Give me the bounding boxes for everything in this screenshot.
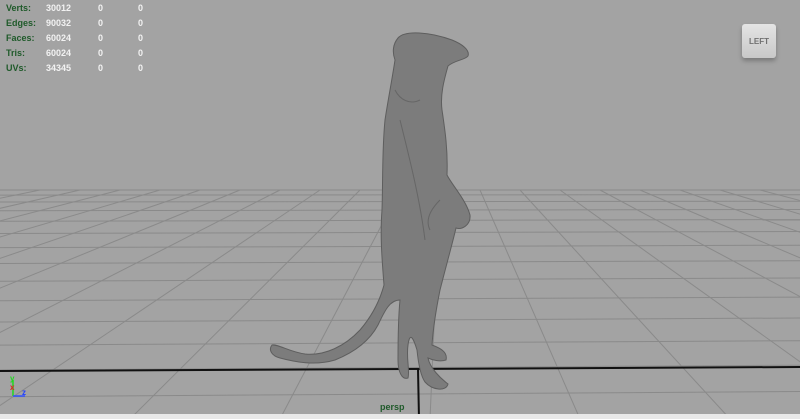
view-cube[interactable]: LEFT [742, 24, 776, 58]
stat-value: 0 [138, 33, 144, 43]
stat-value: 90032 [46, 18, 72, 28]
stat-value: 0 [98, 3, 104, 13]
meerkat-silhouette[interactable] [269, 32, 471, 390]
grid-line [0, 189, 201, 259]
grid-line [0, 189, 241, 289]
axis-y-label: y [10, 374, 15, 383]
stat-row: Faces: 60024 0 0 [6, 31, 168, 46]
stat-value: 0 [138, 63, 144, 73]
grid-line [759, 189, 800, 202]
stat-value: 0 [98, 48, 104, 58]
stat-row: Verts: 30012 0 0 [6, 1, 168, 16]
stat-value: 0 [138, 48, 144, 58]
axis-x-label: x [10, 383, 15, 392]
stat-value: 60024 [46, 48, 72, 58]
stat-label: Verts: [6, 3, 32, 13]
stat-row: Edges: 90032 0 0 [6, 16, 168, 31]
grid-line [0, 391, 800, 398]
grid-line [519, 189, 731, 419]
stat-value: 0 [98, 18, 104, 28]
axis-z-label: z [22, 388, 26, 397]
camera-name: persp [380, 402, 405, 412]
grid-line [129, 189, 361, 419]
stat-label: Edges: [6, 18, 37, 28]
meerkat-mesh[interactable] [269, 32, 471, 390]
grid-line [599, 189, 800, 298]
grid-line [559, 189, 800, 363]
grid-line [0, 189, 321, 407]
stat-value: 0 [138, 3, 144, 13]
stat-value: 60024 [46, 33, 72, 43]
grid-line [479, 189, 581, 419]
poly-count-hud: Verts: 30012 0 0 Edges: 90032 0 0 Faces: 60024 0 0 T… [6, 1, 168, 76]
grid-axis-z [417, 368, 420, 419]
stat-value: 0 [98, 33, 104, 43]
stat-row: Tris: 60024 0 0 [6, 46, 168, 61]
stat-label: Tris: [6, 48, 26, 58]
stat-value: 0 [98, 63, 104, 73]
stat-value: 0 [138, 18, 144, 28]
stat-row: UVs: 34345 0 0 [6, 61, 168, 76]
stat-label: Faces: [6, 33, 35, 43]
viewport-bottom-border [0, 414, 800, 419]
stat-value: 34345 [46, 63, 72, 73]
grid-line [719, 189, 800, 215]
stat-label: UVs: [6, 63, 27, 73]
stat-value: 30012 [46, 3, 72, 13]
view-cube-label: LEFT [749, 36, 769, 46]
